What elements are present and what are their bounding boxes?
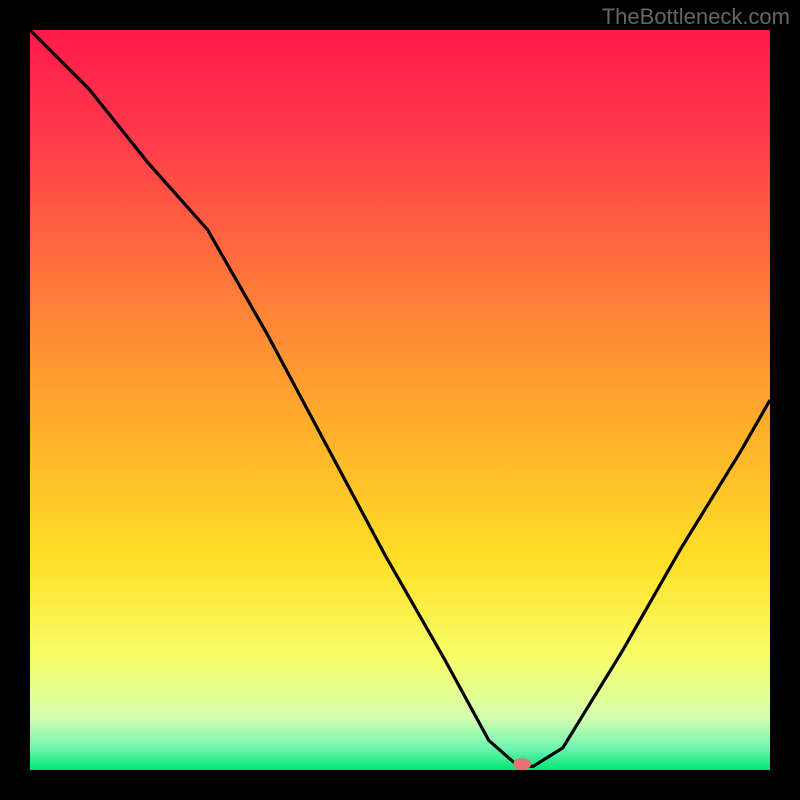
chart-background: [30, 30, 770, 770]
watermark-text: TheBottleneck.com: [602, 4, 790, 30]
minimum-marker: [513, 758, 531, 770]
bottleneck-chart: [30, 30, 770, 770]
chart-container: [30, 30, 770, 770]
